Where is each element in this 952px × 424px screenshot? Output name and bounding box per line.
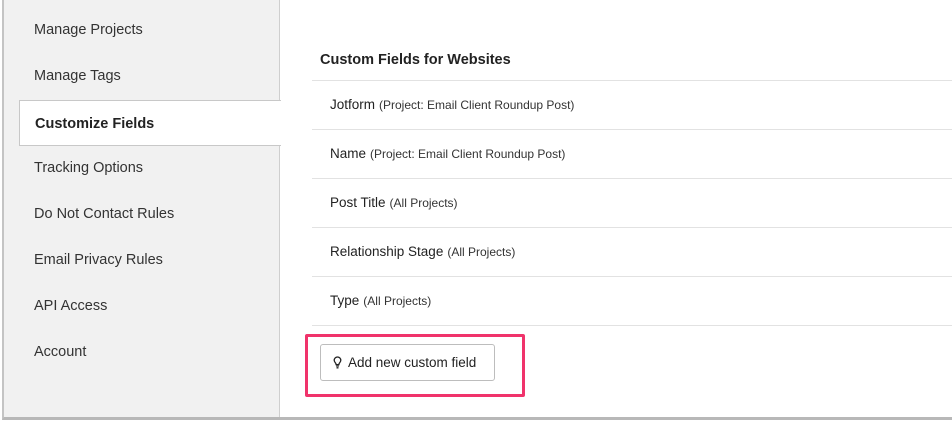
sidebar-item-api-access[interactable]: API Access [4,283,280,329]
field-scope: (Project: Email Client Roundup Post) [379,98,575,112]
sidebar-item-email-privacy-rules[interactable]: Email Privacy Rules [4,237,280,283]
lightbulb-icon [333,356,342,369]
sidebar-item-account[interactable]: Account [4,329,280,375]
sidebar-item-tracking-options[interactable]: Tracking Options [4,145,280,191]
settings-sidebar: Manage Projects Manage Tags Customize Fi… [4,0,281,417]
sidebar-item-customize-fields[interactable]: Customize Fields [19,100,281,146]
field-name: Jotform [330,97,376,112]
section-title: Custom Fields for Websites [320,52,511,68]
field-scope: (All Projects) [389,196,458,210]
sidebar-item-manage-projects[interactable]: Manage Projects [4,7,280,53]
add-custom-field-button[interactable]: Add new custom field [320,344,495,381]
field-scope: (All Projects) [447,245,516,259]
sidebar-item-manage-tags[interactable]: Manage Tags [4,53,280,99]
field-name: Relationship Stage [330,244,444,259]
sidebar-item-do-not-contact-rules[interactable]: Do Not Contact Rules [4,191,280,237]
custom-fields-section: Custom Fields for Websites Jotform (Proje… [280,0,952,417]
add-custom-field-label: Add new custom field [348,355,477,370]
divider [312,325,952,326]
custom-field-row[interactable]: Post Title (All Projects) [312,178,952,227]
field-scope: (All Projects) [363,294,432,308]
custom-field-row[interactable]: Name (Project: Email Client Roundup Post) [312,129,952,178]
field-name: Post Title [330,195,386,210]
field-name: Type [330,293,360,308]
custom-field-row[interactable]: Relationship Stage (All Projects) [312,227,952,276]
custom-field-row[interactable]: Type (All Projects) [312,276,952,325]
field-scope: (Project: Email Client Roundup Post) [370,147,566,161]
settings-panel: Manage Projects Manage Tags Customize Fi… [2,0,952,420]
field-name: Name [330,146,367,161]
custom-field-row[interactable]: Jotform (Project: Email Client Roundup Po… [312,80,952,129]
